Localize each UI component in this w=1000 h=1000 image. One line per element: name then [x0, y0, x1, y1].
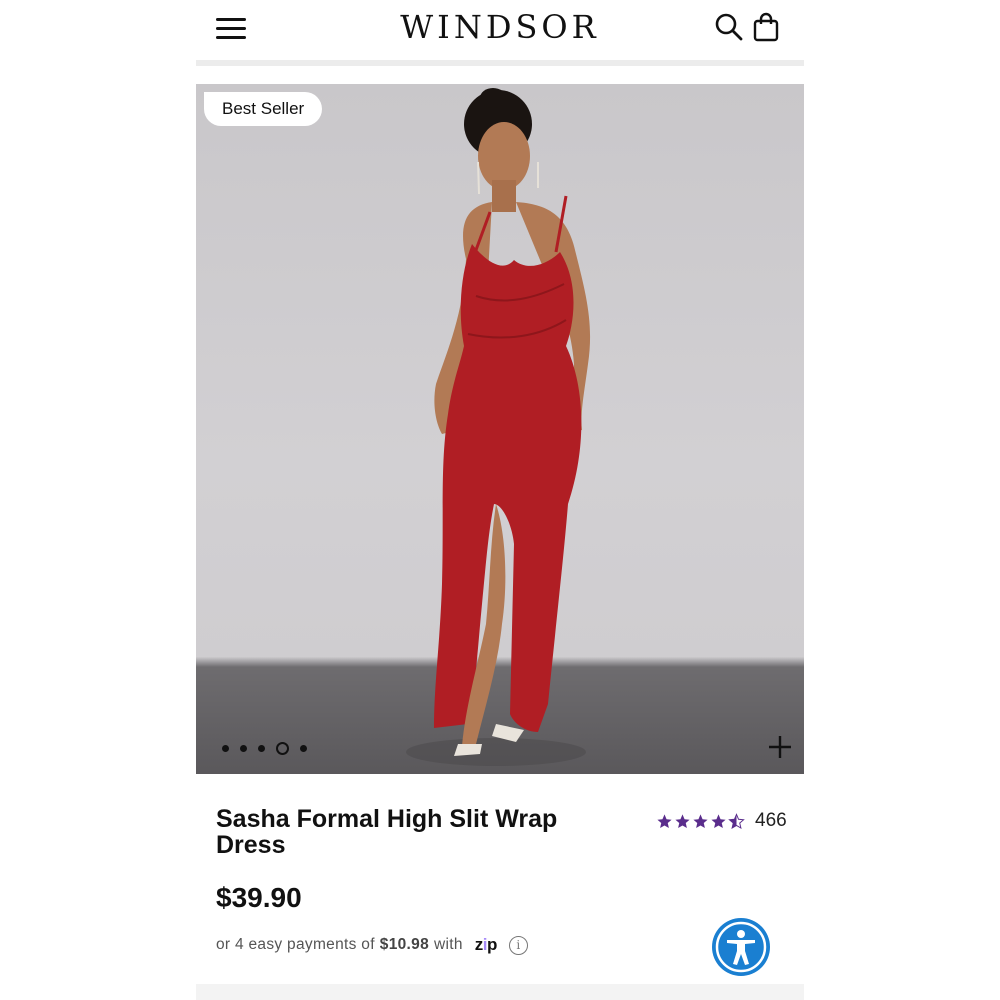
zip-logo[interactable]: zip: [475, 935, 498, 955]
star-icon: [657, 813, 672, 828]
info-icon[interactable]: i: [508, 935, 528, 955]
payments-prefix: or 4 easy payments of: [216, 936, 375, 953]
carousel-dot[interactable]: [240, 744, 247, 752]
payments-with: with: [434, 936, 463, 953]
search-icon[interactable]: [714, 12, 744, 42]
product-rating[interactable]: 466: [656, 810, 787, 832]
shopping-bag-icon[interactable]: [752, 12, 780, 42]
carousel-dot[interactable]: [258, 744, 265, 752]
carousel-dot-active[interactable]: [276, 741, 289, 755]
payments-amount: $10.98: [379, 936, 430, 953]
product-page: WINDSOR Best Seller Sasha Formal High Sl…: [196, 0, 804, 1000]
product-price: $39.90: [216, 882, 302, 913]
site-header: WINDSOR: [196, 0, 804, 62]
carousel-dot[interactable]: [222, 744, 229, 752]
star-icon: [693, 813, 708, 828]
best-seller-badge: Best Seller: [204, 92, 323, 126]
site-logo[interactable]: WINDSOR: [196, 8, 804, 46]
product-photo: [406, 88, 591, 766]
plus-icon[interactable]: [767, 734, 793, 760]
installment-payments: or 4 easy payments of $10.98 with zip i: [216, 935, 528, 955]
product-title: Sasha Formal High Slit Wrap Dress: [216, 805, 558, 859]
rating-count: 466: [755, 810, 787, 831]
carousel-indicators: [222, 741, 307, 755]
rating-stars: [656, 812, 745, 830]
carousel-dot[interactable]: [300, 744, 307, 752]
header-divider: [196, 60, 804, 66]
half-star-icon: [728, 812, 745, 829]
product-image-carousel[interactable]: Best Seller: [196, 84, 804, 774]
star-icon: [675, 813, 690, 828]
accessibility-icon[interactable]: [712, 918, 770, 976]
star-icon: [711, 813, 726, 828]
next-section-edge: [196, 984, 804, 1000]
